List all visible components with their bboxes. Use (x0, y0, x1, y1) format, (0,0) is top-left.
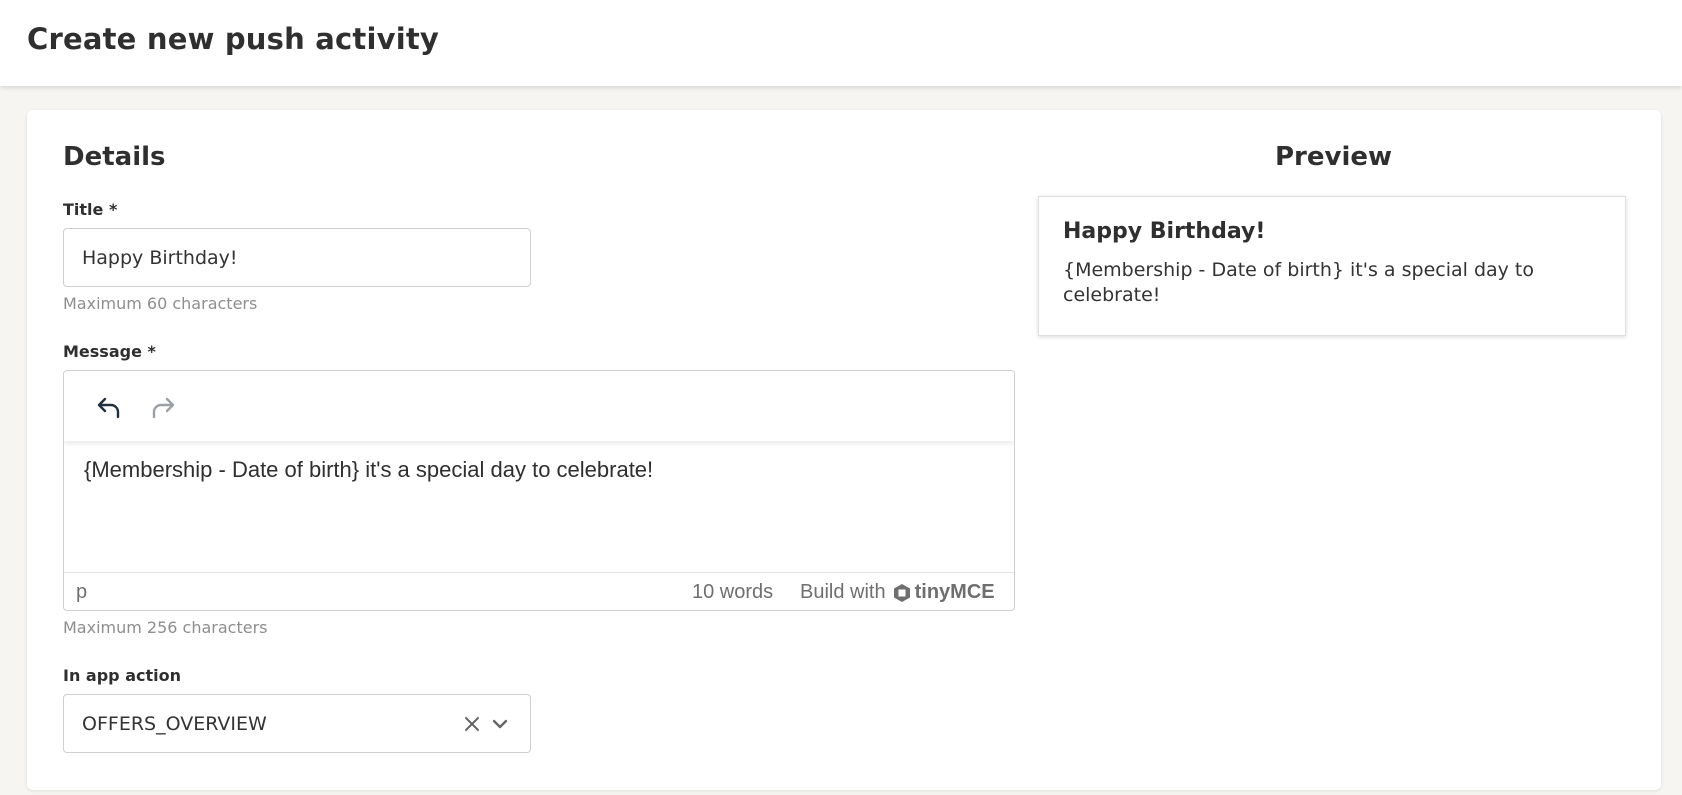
message-hint: Maximum 256 characters (63, 618, 268, 637)
editor-branding[interactable]: Build with tinyMCE (800, 581, 995, 604)
in-app-action-value: OFFERS_OVERVIEW (82, 712, 267, 735)
clear-icon[interactable] (460, 712, 484, 736)
in-app-action-select[interactable]: OFFERS_OVERVIEW (63, 694, 531, 753)
page-title: Create new push activity (27, 22, 440, 56)
preview-notification-title: Happy Birthday! (1063, 219, 1266, 244)
editor-paragraph: {Membership - Date of birth} it's a spec… (84, 457, 654, 482)
redo-icon[interactable] (146, 389, 180, 423)
element-path[interactable]: p (76, 581, 87, 604)
top-header: Create new push activity (0, 0, 1682, 86)
activity-form-card: Details Title * Happy Birthday! Maximum … (27, 110, 1661, 790)
preview-notification-body: {Membership - Date of birth} it's a spec… (1063, 259, 1535, 306)
title-label: Title * (63, 200, 118, 219)
undo-icon[interactable] (92, 389, 126, 423)
in-app-action-label: In app action (63, 666, 181, 685)
title-input-value: Happy Birthday! (82, 246, 238, 269)
editor-content-area[interactable]: {Membership - Date of birth} it's a spec… (84, 457, 994, 483)
editor-statusbar: p 10 words Build with tinyMCE (64, 572, 1014, 610)
title-input[interactable]: Happy Birthday! (63, 228, 531, 287)
message-editor: {Membership - Date of birth} it's a spec… (63, 370, 1015, 611)
tinymce-logo: tinyMCE (892, 581, 995, 604)
push-preview-card: Happy Birthday! {Membership - Date of bi… (1038, 196, 1626, 336)
details-heading: Details (63, 142, 166, 172)
message-label: Message * (63, 342, 156, 361)
chevron-down-icon[interactable] (488, 712, 512, 736)
tinymce-logo-icon (893, 583, 910, 602)
preview-heading: Preview (1275, 142, 1393, 172)
branding-prefix: Build with (800, 581, 886, 603)
title-hint: Maximum 60 characters (63, 294, 258, 313)
branding-name: tinyMCE (914, 581, 995, 603)
editor-toolbar (64, 371, 1014, 441)
word-count[interactable]: 10 words (692, 581, 773, 604)
